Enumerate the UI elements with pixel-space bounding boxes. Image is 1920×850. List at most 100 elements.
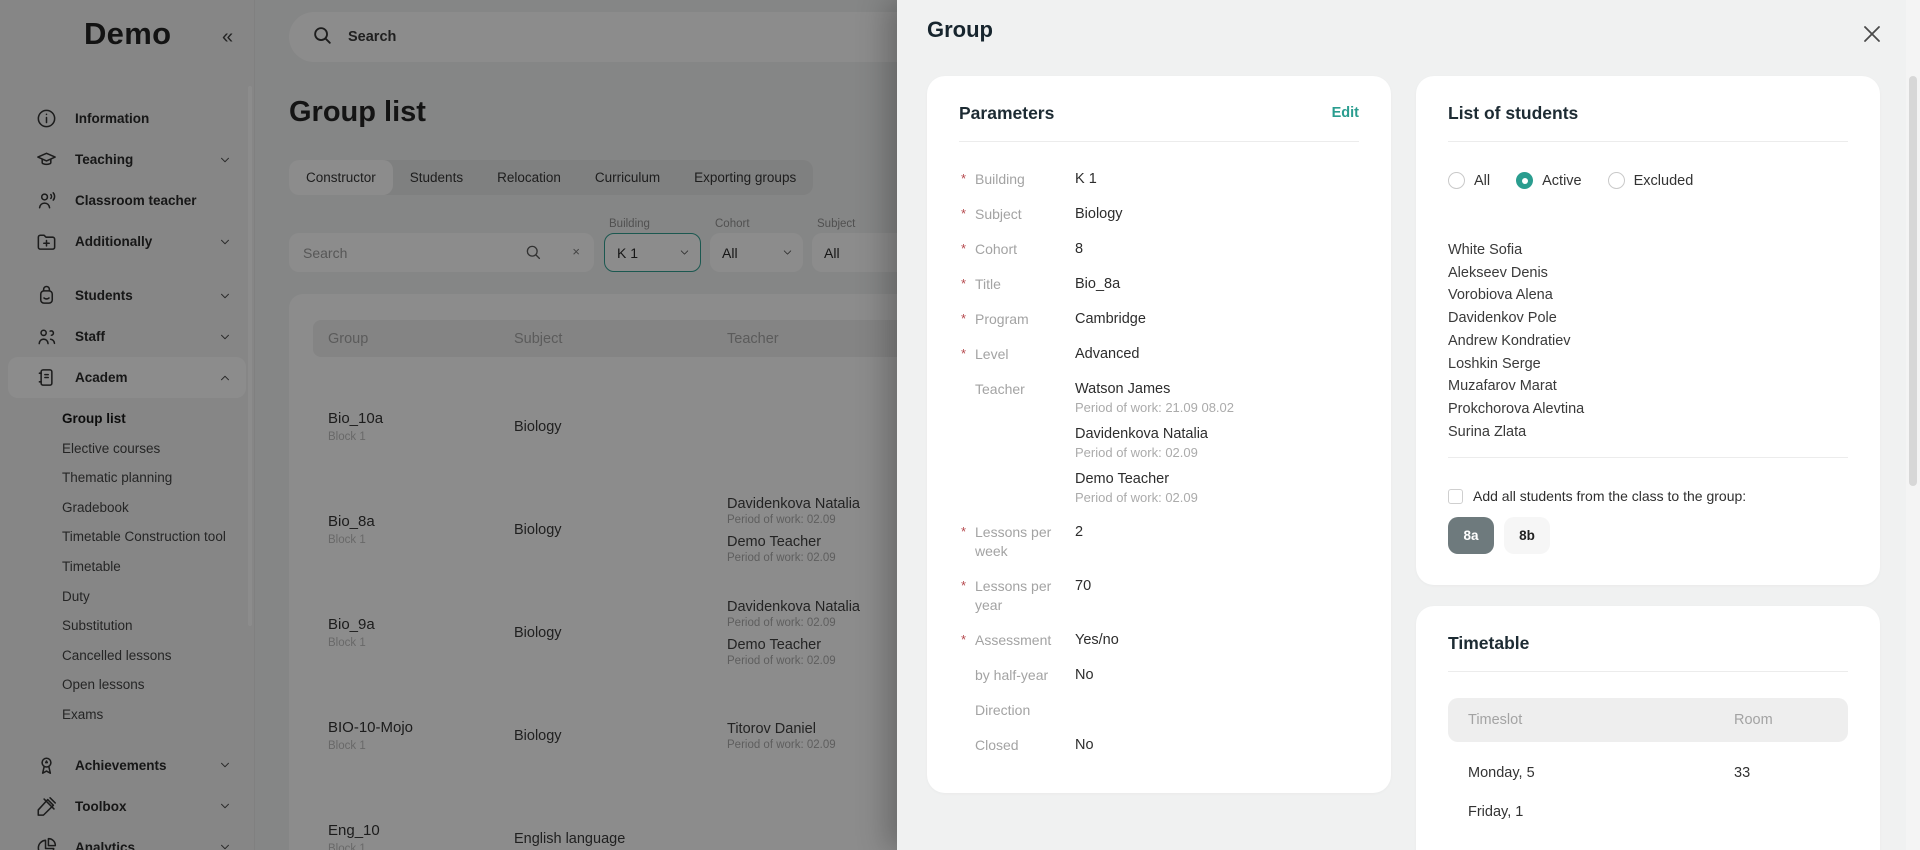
class-chip-8a[interactable]: 8a <box>1448 517 1494 554</box>
radio-label: All <box>1474 173 1490 189</box>
parameter-row: * BuildingK 1 <box>959 170 1359 189</box>
parameter-value: Bio_8a <box>1075 275 1120 294</box>
column-header-room: Room <box>1734 712 1848 728</box>
student-name[interactable]: Muzafarov Marat <box>1448 375 1848 398</box>
parameter-label: Direction <box>975 701 1075 720</box>
app-root: Demo « InformationTeachingClassroom teac… <box>0 0 1920 850</box>
class-chips: 8a 8b <box>1448 517 1848 554</box>
timetable-rows: Monday, 533 Friday, 1 <box>1448 765 1848 820</box>
divider <box>1448 671 1848 672</box>
timetable-header: Timeslot Room <box>1448 698 1848 742</box>
parameter-row: Direction <box>959 701 1359 720</box>
parameter-value: 2 <box>1075 523 1083 561</box>
timeslot-cell: Monday, 5 <box>1468 765 1734 781</box>
timetable-heading: Timetable <box>1448 631 1529 655</box>
student-name[interactable]: Alekseev Denis <box>1448 262 1848 285</box>
student-name[interactable]: Andrew Kondratiev <box>1448 330 1848 353</box>
radio-label: Excluded <box>1634 173 1694 189</box>
parameter-value: K 1 <box>1075 170 1097 189</box>
radio-indicator <box>1516 172 1533 189</box>
panel-scrollbar-thumb[interactable] <box>1909 76 1917 486</box>
radio-indicator <box>1608 172 1625 189</box>
parameter-label: Level <box>975 345 1075 364</box>
divider <box>1448 141 1848 142</box>
close-icon[interactable] <box>1860 22 1884 46</box>
student-name[interactable]: Vorobiova Alena <box>1448 284 1848 307</box>
parameter-row: *SubjectBiology <box>959 205 1359 224</box>
room-cell <box>1734 804 1848 820</box>
room-cell: 33 <box>1734 765 1848 781</box>
student-name[interactable]: White Sofia <box>1448 239 1848 262</box>
required-asterisk: * <box>961 346 966 361</box>
parameters-heading: Parameters <box>959 101 1054 125</box>
required-asterisk: * <box>961 524 966 539</box>
timeslot-cell: Friday, 1 <box>1468 804 1734 820</box>
timetable-card: Timetable Timeslot Room Monday, 533 Frida… <box>1416 606 1880 850</box>
parameter-label: Cohort <box>975 240 1075 259</box>
required-asterisk: * <box>961 578 966 593</box>
parameter-row: * AssessmentYes/no <box>959 631 1359 650</box>
radio-active[interactable]: Active <box>1516 172 1582 189</box>
students-card: List of students All Active Excluded White… <box>1416 76 1880 585</box>
required-asterisk: * <box>961 171 966 186</box>
divider <box>959 141 1359 142</box>
teacher-name: Watson James <box>1075 380 1234 399</box>
timetable-row[interactable]: Monday, 533 <box>1448 765 1848 781</box>
parameter-label: Lessons per week <box>975 523 1075 561</box>
parameter-row-teacher: TeacherWatson JamesPeriod of work: 21.09… <box>959 380 1359 515</box>
required-asterisk: * <box>961 632 966 647</box>
parameter-value: No <box>1075 736 1094 755</box>
class-chip-8b[interactable]: 8b <box>1504 517 1550 554</box>
parameters-rows: *BuildingK 1*SubjectBiology*Cohort8*Titl… <box>959 170 1359 755</box>
parameter-label: by half-year <box>975 666 1075 685</box>
parameter-row: * Lessons per year70 <box>959 577 1359 615</box>
add-all-row: Add all students from the class to the g… <box>1448 488 1848 504</box>
divider <box>1448 457 1848 458</box>
edit-button[interactable]: Edit <box>1332 105 1359 121</box>
column-header-timeslot: Timeslot <box>1468 712 1734 728</box>
students-filter-radios: All Active Excluded <box>1448 172 1848 189</box>
panel-title: Group <box>927 17 993 43</box>
parameter-row: *Cohort8 <box>959 240 1359 259</box>
parameter-value: Yes/no <box>1075 631 1119 650</box>
parameter-label: Closed <box>975 736 1075 755</box>
students-list: White SofiaAlekseev DenisVorobiova Alena… <box>1448 239 1848 443</box>
required-asterisk: * <box>961 206 966 221</box>
parameter-value: Cambridge <box>1075 310 1146 329</box>
teacher-entries: Watson JamesPeriod of work: 21.09 08.02 D… <box>1075 380 1234 515</box>
radio-excluded[interactable]: Excluded <box>1608 172 1694 189</box>
add-all-label: Add all students from the class to the g… <box>1473 488 1746 504</box>
student-name[interactable]: Prokchorova Alevtina <box>1448 398 1848 421</box>
parameter-row: ClosedNo <box>959 736 1359 755</box>
teacher-name: Davidenkova Natalia <box>1075 425 1234 444</box>
teacher-period: Period of work: 21.09 08.02 <box>1075 399 1234 416</box>
parameter-value: Advanced <box>1075 345 1140 364</box>
required-asterisk: * <box>961 241 966 256</box>
radio-all[interactable]: All <box>1448 172 1490 189</box>
students-heading: List of students <box>1448 101 1578 125</box>
parameter-row: * Lessons per week2 <box>959 523 1359 561</box>
teacher-period: Period of work: 02.09 <box>1075 489 1234 506</box>
radio-label: Active <box>1542 173 1582 189</box>
radio-indicator <box>1448 172 1465 189</box>
add-all-students-checkbox[interactable] <box>1448 489 1463 504</box>
parameter-label: Program <box>975 310 1075 329</box>
parameter-value: 70 <box>1075 577 1091 615</box>
student-name[interactable]: Surina Zlata <box>1448 421 1848 444</box>
parameters-card: Parameters Edit *BuildingK 1*SubjectBiol… <box>927 76 1391 793</box>
parameter-row: * LevelAdvanced <box>959 345 1359 364</box>
parameter-value: No <box>1075 666 1094 685</box>
teacher-name: Demo Teacher <box>1075 470 1234 489</box>
panel-scrollbar[interactable] <box>1906 0 1920 850</box>
student-name[interactable]: Davidenkov Pole <box>1448 307 1848 330</box>
parameter-row: *TitleBio_8a <box>959 275 1359 294</box>
parameter-label: Assessment <box>975 631 1075 650</box>
timetable-row[interactable]: Friday, 1 <box>1448 804 1848 820</box>
parameter-label: Building <box>975 170 1075 189</box>
parameter-row: *ProgramCambridge <box>959 310 1359 329</box>
teacher-period: Period of work: 02.09 <box>1075 444 1234 461</box>
parameter-label: Subject <box>975 205 1075 224</box>
student-name[interactable]: Loshkin Serge <box>1448 353 1848 376</box>
parameter-label: Teacher <box>975 380 1075 515</box>
parameter-label: Lessons per year <box>975 577 1075 615</box>
